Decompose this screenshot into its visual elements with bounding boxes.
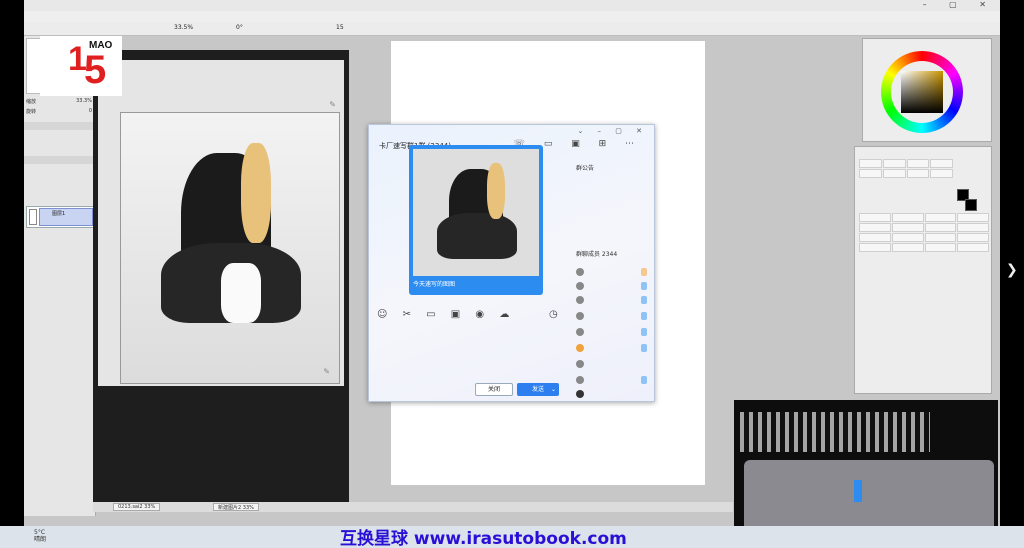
left-panel: 缩放 33.3% 旋转 0 图层1: [24, 36, 96, 516]
member-item[interactable]: [576, 389, 651, 401]
member-item[interactable]: [576, 343, 651, 355]
figure-photo: [120, 112, 340, 384]
angle-value[interactable]: 0°: [236, 24, 243, 31]
background-color[interactable]: [965, 199, 977, 211]
member-item[interactable]: [576, 267, 651, 279]
canvas-tab-2[interactable]: 新建图片2 33%: [213, 503, 259, 511]
color-square[interactable]: [901, 71, 943, 113]
layer-visibility-icon[interactable]: [29, 209, 37, 225]
color-wheel[interactable]: [881, 51, 963, 133]
chevron-down-icon[interactable]: ⌄: [551, 383, 556, 396]
window-controls[interactable]: – ▢ ✕: [923, 0, 996, 9]
weather-widget[interactable]: 5°C 晴朗: [34, 529, 46, 543]
title-bar: – ▢ ✕: [24, 0, 1000, 11]
member-item[interactable]: [576, 281, 651, 293]
toolbar: 33.5% 0° 15: [24, 22, 1000, 36]
reference-image: ✎ ✎: [98, 60, 344, 386]
member-item[interactable]: [576, 359, 651, 371]
stabilizer-value[interactable]: 15: [336, 24, 344, 31]
member-item[interactable]: [576, 327, 651, 339]
layer-list: 图层1: [26, 206, 94, 228]
group-announcement-title[interactable]: 群公告: [576, 163, 594, 172]
send-button[interactable]: 发送 ⌄: [517, 383, 559, 396]
watermark-icon-2: ✎: [323, 367, 330, 376]
brush-grid[interactable]: [859, 213, 989, 252]
image-message-bubble[interactable]: 今天速写的图图: [409, 145, 543, 295]
arrow-right-icon[interactable]: ❯: [1006, 262, 1018, 278]
canvas-tab-1[interactable]: 0213.sai2 33%: [113, 503, 161, 511]
rotate-row[interactable]: 旋转 0: [26, 108, 94, 116]
member-item[interactable]: [576, 311, 651, 323]
menu-bar: [24, 11, 1000, 22]
chat-window: ⌄ – ▢ ✕ 卡厂速写群1群 (2344) ☏ ▭ ▣ ⊞ ⋯ 今天速写的图图…: [368, 124, 655, 402]
watermark-icon: ✎: [329, 100, 336, 109]
member-item[interactable]: [576, 375, 651, 387]
history-clock-icon[interactable]: ◷: [549, 309, 558, 320]
zoom-value[interactable]: 33.5%: [174, 24, 193, 31]
tool-tabs[interactable]: [859, 159, 953, 178]
channel-logo: 1 MAO 5: [40, 36, 122, 96]
zoom-row[interactable]: 缩放 33.3%: [26, 98, 94, 106]
tool-panel: [854, 146, 992, 394]
layer-properties-section: [24, 122, 96, 130]
site-banner: 互换星球 www.irasutobook.com: [340, 529, 627, 548]
chat-window-controls[interactable]: ⌄ – ▢ ✕: [577, 127, 648, 135]
layer-item[interactable]: 图层1: [39, 208, 93, 226]
drawing-canvas-1[interactable]: ✎ ✎: [93, 50, 349, 506]
chat-input-toolbar[interactable]: ☺ ✂ ▭ ▣ ◉ ☁: [377, 309, 515, 320]
screen: – ▢ ✕ 33.5% 0° 15 缩放 33.3% 旋转 0 图层1 ✎ ✎ …: [0, 0, 1024, 548]
group-members-title[interactable]: 群聊成员 2344: [576, 249, 617, 258]
close-button[interactable]: 关闭: [475, 383, 513, 396]
canvas-tabs: 0213.sai2 33% 新建图片2 33%: [93, 502, 733, 512]
layer-section: [24, 156, 96, 164]
message-photo: [413, 149, 539, 276]
message-caption: 今天速写的图图: [413, 281, 456, 288]
color-panel: [862, 38, 992, 142]
member-item[interactable]: [576, 295, 651, 307]
